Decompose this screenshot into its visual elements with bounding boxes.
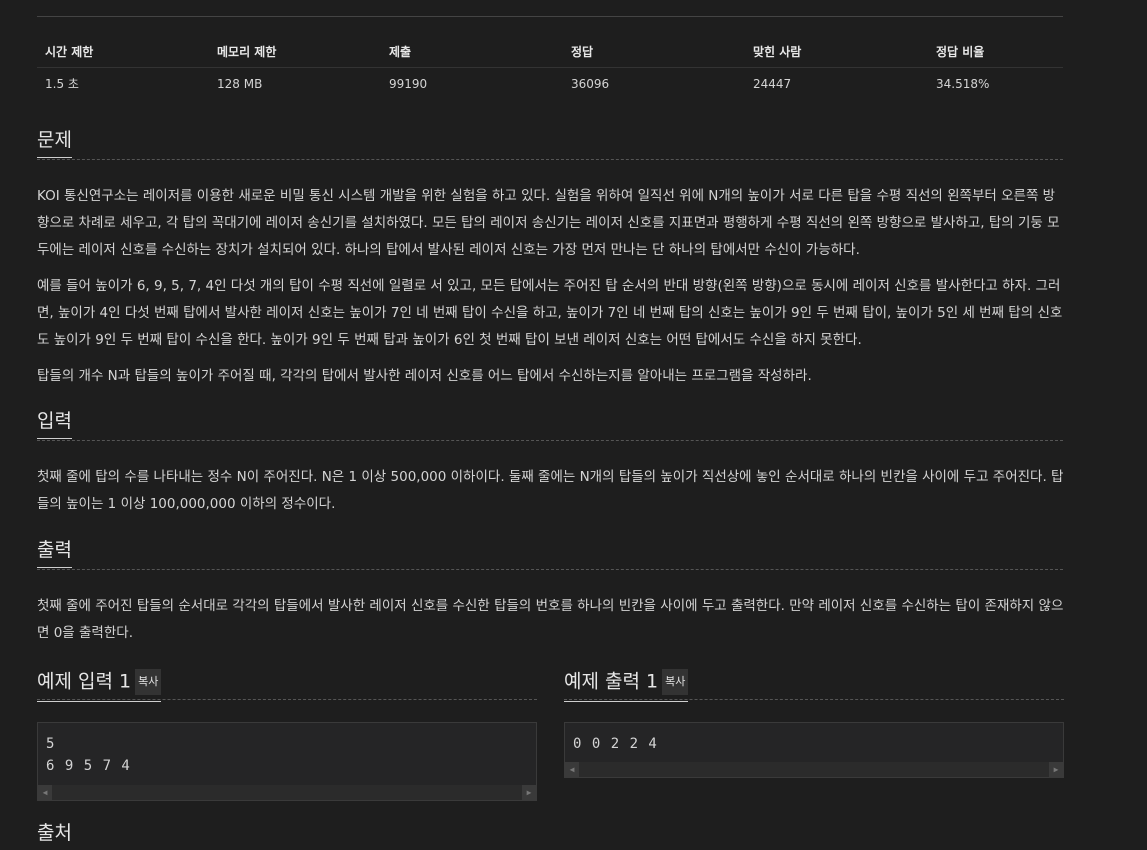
sample-output-scrollbar[interactable]: ◀ ▶ [565, 762, 1063, 777]
problem-divider [37, 159, 1063, 160]
submissions-value: 99190 [389, 76, 428, 91]
sample-output-code: 0 0 2 2 4 [573, 736, 658, 752]
sample-output-title: 예제 출력 1 [564, 670, 659, 693]
submissions-header: 제출 [381, 36, 563, 68]
solvers-header: 맞힌 사람 [745, 36, 928, 68]
sample-output-divider [564, 699, 1064, 700]
scroll-right-arrow-icon[interactable]: ▶ [522, 785, 536, 800]
sample-output-heading: 예제 출력 1 복사 [564, 669, 689, 702]
output-divider [37, 569, 1063, 570]
scroll-left-arrow-icon[interactable]: ◀ [565, 762, 579, 777]
problem-title: 문제 [37, 129, 72, 158]
input-paragraph: 첫째 줄에 탑의 수를 나타내는 정수 N이 주어진다. N은 1 이상 500… [37, 469, 1064, 512]
accepted-value: 36096 [571, 76, 610, 91]
solvers-value: 24447 [753, 76, 792, 91]
ratio-value: 34.518% [936, 76, 990, 91]
accepted-header: 정답 [563, 36, 745, 68]
sample-input-heading: 예제 입력 1 복사 [37, 669, 162, 702]
source-title: 출처 [37, 822, 72, 844]
sample-input-divider [37, 699, 537, 700]
sample-output-copy-button[interactable]: 복사 [662, 669, 689, 695]
memory-limit-value: 128 MB [217, 76, 263, 91]
problem-paragraph-2: 예를 들어 높이가 6, 9, 5, 7, 4인 다섯 개의 탑이 수평 직선에… [37, 278, 1063, 348]
input-title: 입력 [37, 410, 72, 439]
stats-value-row: 1.5 초 128 MB 99190 36096 24447 34.518% [37, 68, 1063, 100]
sample-input-box[interactable]: 5 6 9 5 7 4 ◀ ▶ [37, 722, 537, 801]
top-divider [37, 16, 1063, 17]
sample-input-copy-button[interactable]: 복사 [135, 669, 162, 695]
ratio-header: 정답 비율 [928, 36, 1063, 68]
time-limit-value: 1.5 초 [45, 77, 79, 91]
output-paragraph: 첫째 줄에 주어진 탑들의 순서대로 각각의 탑들에서 발사한 레이저 신호를 … [37, 598, 1064, 641]
sample-input-title: 예제 입력 1 [37, 670, 132, 693]
scroll-right-arrow-icon[interactable]: ▶ [1049, 762, 1063, 777]
time-limit-header: 시간 제한 [37, 36, 209, 68]
sample-output-box[interactable]: 0 0 2 2 4 ◀ ▶ [564, 722, 1064, 778]
problem-paragraph-1: KOI 통신연구소는 레이저를 이용한 새로운 비밀 통신 시스템 개발을 위한… [37, 188, 1060, 258]
problem-paragraph-3: 탑들의 개수 N과 탑들의 높이가 주어질 때, 각각의 탑에서 발사한 레이저… [37, 368, 812, 384]
stats-table: 시간 제한 메모리 제한 제출 정답 맞힌 사람 정답 비율 1.5 초 128… [37, 36, 1063, 99]
input-divider [37, 440, 1063, 441]
output-title: 출력 [37, 539, 72, 568]
scroll-left-arrow-icon[interactable]: ◀ [38, 785, 52, 800]
sample-input-scrollbar[interactable]: ◀ ▶ [38, 785, 536, 800]
stats-header-row: 시간 제한 메모리 제한 제출 정답 맞힌 사람 정답 비율 [37, 36, 1063, 68]
sample-input-code: 5 6 9 5 7 4 [46, 736, 131, 774]
memory-limit-header: 메모리 제한 [209, 36, 381, 68]
